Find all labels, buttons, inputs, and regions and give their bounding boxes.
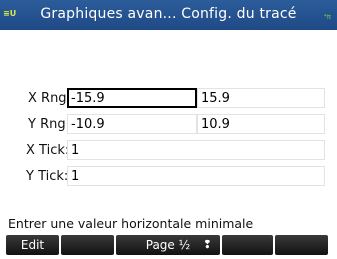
y-tick-row: Y Tick: 1: [0, 166, 337, 188]
softkey-edit[interactable]: Edit: [6, 235, 59, 255]
page-title: Graphiques avan... Config. du tracé: [40, 6, 297, 22]
x-tick-field[interactable]: 1: [67, 140, 325, 160]
x-range-row: X Rng: -15.9 15.9: [0, 88, 337, 110]
y-tick-field[interactable]: 1: [67, 166, 325, 186]
softkey-page-label: Page ½: [145, 238, 191, 252]
softkey-bar: Edit Page ½ ❢: [0, 233, 337, 259]
x-range-label: X Rng:: [28, 91, 71, 106]
y-range-min-field[interactable]: -10.9: [67, 114, 197, 134]
battery-indicator: ⁴π: [323, 13, 331, 21]
y-range-max-field[interactable]: 10.9: [197, 114, 325, 134]
x-range-min-field[interactable]: -15.9: [67, 88, 197, 108]
help-text: Entrer une valeur horizontale minimale: [8, 216, 254, 231]
softkey-2[interactable]: [61, 235, 114, 255]
softkey-4[interactable]: [222, 235, 273, 255]
page-marker-icon: ❢: [202, 238, 212, 251]
y-range-row: Y Rng: -10.9 10.9: [0, 114, 337, 136]
title-bar: ≡U Graphiques avan... Config. du tracé ⁴…: [0, 0, 337, 30]
x-range-max-field[interactable]: 15.9: [197, 88, 325, 108]
y-tick-label: Y Tick:: [26, 169, 69, 184]
x-tick-row: X Tick: 1: [0, 140, 337, 162]
y-range-label: Y Rng:: [28, 117, 70, 132]
softkey-page[interactable]: Page ½ ❢: [116, 235, 220, 255]
softkey-5[interactable]: [275, 235, 328, 255]
x-tick-label: X Tick:: [26, 143, 70, 158]
